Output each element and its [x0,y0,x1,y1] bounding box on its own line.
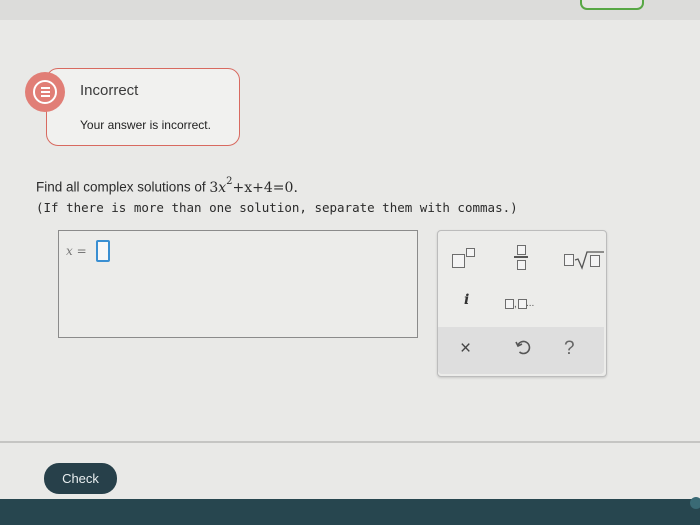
fraction-button[interactable] [514,243,530,271]
undo-icon[interactable] [515,340,531,359]
list-button[interactable]: , ... [505,297,545,311]
clear-icon[interactable]: × [460,338,471,360]
equation-exponent: 2 [226,176,233,187]
answer-input-field[interactable] [96,240,110,262]
equation-coefficient: 3 [209,179,219,196]
error-feedback-icon [25,72,65,112]
feedback-panel [46,68,240,146]
question-prefix: Find all complex solutions of [36,179,210,195]
help-icon[interactable]: ? [564,338,575,360]
feedback-title: Incorrect [80,82,139,99]
answer-label: x = [66,244,87,258]
list-ellipsis: ... [526,298,535,309]
fraction-icon [517,245,526,255]
equation: 3x2+x+4=0. [209,176,298,196]
radicand-box [590,255,600,267]
superscript-power-box [466,248,475,257]
imaginary-unit-button[interactable]: i [464,292,469,308]
superscript-button[interactable] [452,248,482,268]
question-hint: (If there is more than one solution, sep… [36,199,518,215]
equation-rest: +x+4=0. [232,179,298,196]
bottom-bar [0,497,700,525]
feedback-message: Your answer is incorrect. [80,118,211,132]
fraction-denominator-box [517,260,526,270]
fraction-bar [514,256,528,258]
footer-divider [0,441,700,443]
list-item-box [505,299,514,309]
list-separator: , [514,299,517,310]
answer-input-box[interactable] [58,230,418,338]
top-progress-pill [580,0,644,10]
question-text: Find all complex solutions of 3x2+x+4=0.… [36,174,518,218]
radical-coefficient-box [564,254,574,266]
equation-variable: x [218,179,227,196]
superscript-icon [452,254,465,268]
radical-button[interactable] [564,250,606,270]
check-button[interactable]: Check [44,463,117,494]
